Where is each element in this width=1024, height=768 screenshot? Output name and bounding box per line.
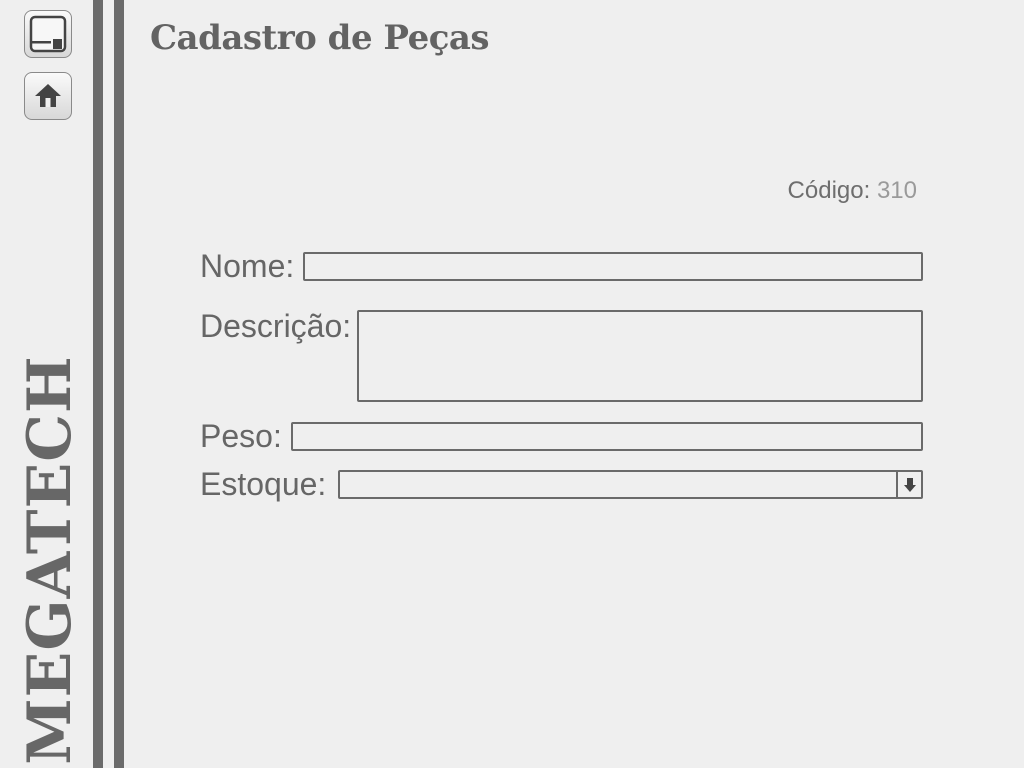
descricao-label: Descrição: [200,308,352,344]
nome-label: Nome: [200,248,295,284]
home-icon [35,84,61,107]
codigo-display: Código: 310 [788,177,917,205]
save-button[interactable] [24,10,72,58]
estoque-dropdown-arrow[interactable] [896,472,921,497]
estoque-label: Estoque: [200,466,327,502]
codigo-value: 310 [876,177,917,204]
estoque-select[interactable] [338,470,923,499]
home-button[interactable] [24,72,72,120]
peso-label: Peso: [200,418,282,454]
sidebar-divider [93,0,103,768]
sidebar-divider [114,0,124,768]
sidebar: MEGATECH [0,0,130,768]
codigo-label: Código: [787,177,871,204]
floppy-disk-icon [29,15,67,53]
arrow-down-icon [903,477,916,492]
page-title: Cadastro de Peças [150,18,490,58]
nome-input[interactable] [303,252,923,281]
brand-logo: MEGATECH [15,355,85,765]
descricao-textarea[interactable] [357,310,923,402]
peso-input[interactable] [291,422,923,451]
